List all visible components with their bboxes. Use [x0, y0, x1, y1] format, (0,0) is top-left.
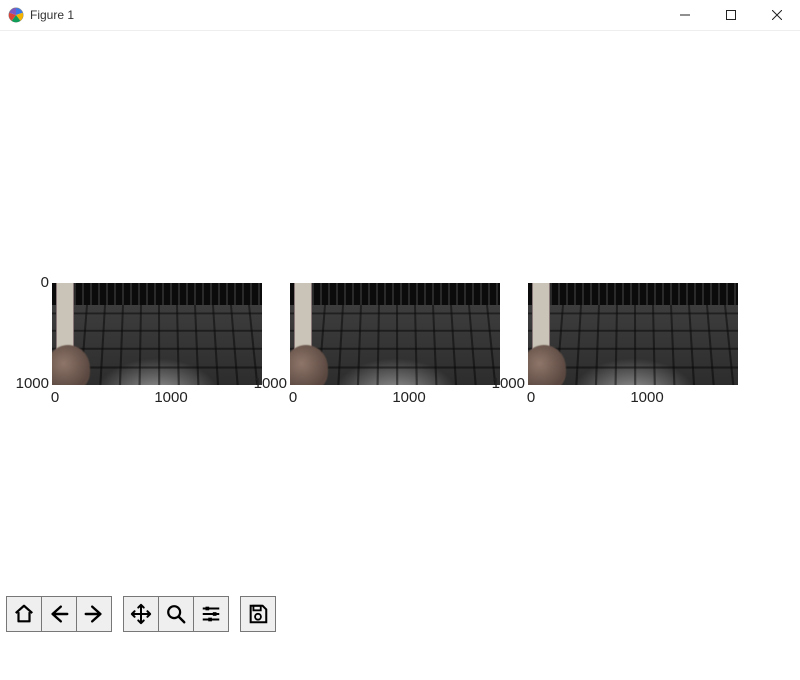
subplot-2: 1000 0 1000 [283, 283, 501, 411]
window-title: Figure 1 [30, 8, 74, 22]
titlebar: Figure 1 [0, 0, 800, 31]
subplot-image [52, 283, 262, 385]
subplot-1: 0 1000 0 1000 [45, 283, 263, 411]
matplotlib-toolbar [0, 589, 281, 639]
xtick-label: 0 [289, 389, 297, 406]
move-icon [130, 603, 152, 625]
ytick-label: 0 [41, 274, 49, 291]
x-axis: 0 1000 [45, 385, 263, 411]
x-axis: 0 1000 [283, 385, 501, 411]
xtick-label: 1000 [630, 389, 663, 406]
xtick-label: 1000 [392, 389, 425, 406]
app-icon [8, 7, 24, 23]
save-icon [247, 603, 269, 625]
window-maximize-button[interactable] [708, 0, 754, 30]
subplot-image [290, 283, 500, 385]
subplot-3: 1000 0 1000 [521, 283, 739, 411]
arrow-right-icon [83, 603, 105, 625]
forward-button[interactable] [76, 596, 112, 632]
home-button[interactable] [6, 596, 42, 632]
xtick-label: 1000 [154, 389, 187, 406]
xtick-label: 0 [527, 389, 535, 406]
configure-subplots-button[interactable] [193, 596, 229, 632]
subplot-image [528, 283, 738, 385]
ytick-label: 1000 [492, 375, 525, 392]
zoom-button[interactable] [158, 596, 194, 632]
sliders-icon [200, 603, 222, 625]
ytick-label: 1000 [254, 375, 287, 392]
arrow-left-icon [48, 603, 70, 625]
window-close-button[interactable] [754, 0, 800, 30]
back-button[interactable] [41, 596, 77, 632]
home-icon [13, 603, 35, 625]
save-button[interactable] [240, 596, 276, 632]
pan-button[interactable] [123, 596, 159, 632]
xtick-label: 0 [51, 389, 59, 406]
magnify-icon [165, 603, 187, 625]
window-minimize-button[interactable] [662, 0, 708, 30]
subplot-row: 0 1000 0 1000 1000 0 1000 1000 [45, 283, 739, 411]
x-axis: 0 1000 [521, 385, 739, 411]
figure-canvas[interactable]: 0 1000 0 1000 1000 0 1000 1000 [0, 31, 800, 639]
ytick-label: 1000 [16, 375, 49, 392]
